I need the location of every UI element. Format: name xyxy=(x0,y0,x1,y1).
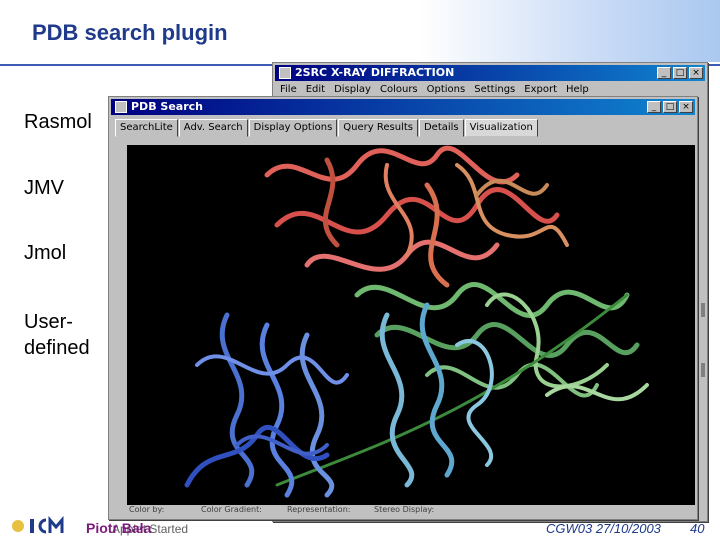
author-name: Piotr Bała xyxy=(86,520,152,536)
tab-query-results[interactable]: Query Results xyxy=(338,119,418,137)
maximize-button[interactable]: □ xyxy=(663,101,677,113)
side-item-jmol: Jmol xyxy=(24,242,67,264)
tab-display-options[interactable]: Display Options xyxy=(248,119,338,137)
conference-date: CGW03 27/10/2003 xyxy=(546,521,661,536)
rasmol-titlebar[interactable]: 2SRC X-RAY DIFFRACTION _ □ × xyxy=(275,65,705,81)
rasmol-window-title: 2SRC X-RAY DIFFRACTION xyxy=(295,66,455,79)
tab-visualization[interactable]: Visualization xyxy=(464,119,538,137)
close-button[interactable]: × xyxy=(689,67,703,79)
rasmol-scrollbar-mark[interactable] xyxy=(701,303,705,317)
rasmol-scrollbar-mark-2[interactable] xyxy=(701,363,705,377)
pdb-search-titlebar[interactable]: PDB Search _ □ × xyxy=(111,99,695,115)
protein-ribbon-image xyxy=(184,145,649,498)
icm-logo xyxy=(10,515,68,540)
side-item-user-defined-line2: defined xyxy=(24,337,90,359)
side-item-rasmol: Rasmol xyxy=(24,111,92,133)
slide-title: PDB search plugin xyxy=(32,20,228,45)
tab-details[interactable]: Details xyxy=(418,119,464,137)
minimize-button[interactable]: _ xyxy=(647,101,661,113)
minimize-button[interactable]: _ xyxy=(657,67,671,79)
close-button[interactable]: × xyxy=(679,101,693,113)
stereo-display-label: Stereo Display: xyxy=(374,505,435,514)
page-number: 40 xyxy=(690,521,705,536)
molecule-viewer-canvas[interactable] xyxy=(127,145,695,505)
tab-strip: SearchLite Adv. Search Display Options Q… xyxy=(115,119,539,137)
pdb-search-window[interactable]: PDB Search _ □ × SearchLite Adv. Search … xyxy=(108,96,698,520)
pdb-search-window-title: PDB Search xyxy=(131,100,203,113)
color-gradient-label: Color Gradient: xyxy=(201,505,262,514)
rasmol-app-icon xyxy=(279,67,291,79)
side-item-jmv: JMV xyxy=(24,177,64,199)
title-decoration xyxy=(420,0,720,62)
side-item-user-defined-line1: User- xyxy=(24,311,73,333)
tab-searchlite[interactable]: SearchLite xyxy=(115,119,178,137)
tab-adv-search[interactable]: Adv. Search xyxy=(178,119,248,137)
color-by-label: Color by: xyxy=(129,505,165,514)
representation-label: Representation: xyxy=(287,505,351,514)
viewer-option-labels: Color by: Color Gradient: Representation… xyxy=(109,505,699,519)
maximize-button[interactable]: □ xyxy=(673,67,687,79)
java-cup-icon xyxy=(115,101,127,113)
